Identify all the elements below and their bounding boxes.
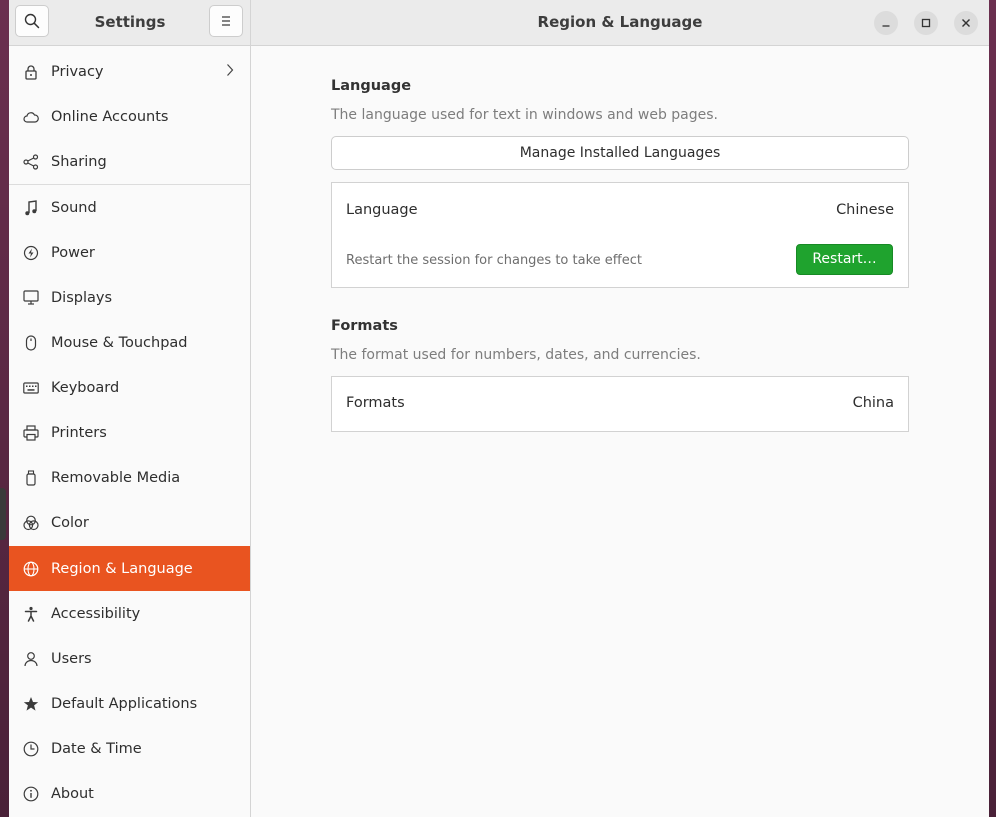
sidebar-item-default-applications[interactable]: Default Applications [9, 681, 250, 726]
sidebar-item-sharing[interactable]: Sharing [9, 139, 250, 184]
sidebar-item-displays[interactable]: Displays [9, 275, 250, 320]
sidebar-item-label: Region & Language [51, 560, 193, 577]
minimize-button[interactable] [874, 11, 898, 35]
sidebar-item-label: About [51, 785, 94, 802]
sidebar-item-label: Removable Media [51, 469, 181, 486]
sidebar-item-label: Accessibility [51, 605, 141, 622]
sidebar-item-label: Users [51, 650, 92, 667]
cloud-icon [23, 109, 39, 125]
minimize-icon [882, 25, 890, 27]
chevron-right-icon [226, 63, 234, 81]
close-icon [962, 19, 970, 27]
sidebar-item-label: Mouse & Touchpad [51, 334, 188, 351]
sidebar-item-label: Sharing [51, 153, 107, 170]
sidebar-item-about[interactable]: About [9, 771, 250, 816]
sidebar-item-printers[interactable]: Printers [9, 410, 250, 455]
language-row-value[interactable]: Chinese [836, 202, 894, 218]
keyboard-icon [23, 380, 39, 396]
manage-installed-languages-button[interactable]: Manage Installed Languages [331, 136, 909, 170]
content-header: Region & Language [251, 0, 989, 45]
sidebar-item-privacy[interactable]: Privacy [9, 49, 250, 94]
mouse-icon [23, 334, 39, 351]
language-panel: Language Chinese Restart the session for… [331, 182, 909, 288]
main-menu-button[interactable] [209, 5, 243, 37]
maximize-button[interactable] [914, 11, 938, 35]
star-icon [23, 696, 39, 712]
sidebar-item-color[interactable]: Color [9, 500, 250, 545]
sidebar-item-keyboard[interactable]: Keyboard [9, 365, 250, 410]
music-note-icon [23, 199, 39, 216]
display-icon [23, 290, 39, 306]
sidebar-item-label: Sound [51, 199, 97, 216]
language-section-subtitle: The language used for text in windows an… [331, 107, 718, 123]
sidebar-item-label: Date & Time [51, 740, 142, 757]
clock-icon [23, 741, 39, 757]
sidebar-item-accessibility[interactable]: Accessibility [9, 591, 250, 636]
restart-note: Restart the session for changes to take … [346, 253, 642, 268]
printer-icon [23, 424, 39, 441]
sidebar-item-power[interactable]: Power [9, 230, 250, 275]
globe-icon [23, 561, 39, 577]
share-icon [23, 153, 39, 170]
sidebar-item-users[interactable]: Users [9, 636, 250, 681]
settings-window: Settings Region & Language Privacy Onlin… [9, 0, 989, 817]
restart-button[interactable]: Restart… [796, 244, 893, 275]
sidebar-item-online-accounts[interactable]: Online Accounts [9, 94, 250, 139]
info-icon [23, 786, 39, 802]
sidebar-item-label: Keyboard [51, 379, 120, 396]
header-bar: Settings Region & Language [9, 0, 989, 46]
sidebar-header: Settings [9, 0, 251, 45]
sidebar-item-label: Privacy [51, 63, 104, 80]
sidebar-item-label: Online Accounts [51, 108, 169, 125]
color-icon [23, 515, 39, 531]
sidebar: Privacy Online Accounts Sharing Sound Po… [9, 46, 251, 817]
formats-row-label: Formats [346, 395, 405, 411]
sidebar-item-label: Displays [51, 289, 113, 306]
sidebar-item-mouse-touchpad[interactable]: Mouse & Touchpad [9, 320, 250, 365]
sidebar-item-label: Color [51, 514, 89, 531]
desktop-dock-handle [0, 488, 6, 540]
lock-icon [23, 64, 39, 80]
sidebar-item-label: Printers [51, 424, 107, 441]
formats-panel[interactable]: Formats China [331, 376, 909, 432]
maximize-icon [921, 18, 931, 28]
close-button[interactable] [954, 11, 978, 35]
sidebar-item-date-time[interactable]: Date & Time [9, 726, 250, 771]
sidebar-item-sound[interactable]: Sound [9, 185, 250, 230]
language-row-label: Language [346, 202, 418, 218]
formats-section-subtitle: The format used for numbers, dates, and … [331, 347, 701, 363]
power-icon [23, 245, 39, 261]
sidebar-item-removable-media[interactable]: Removable Media [9, 455, 250, 500]
sidebar-item-label: Power [51, 244, 95, 261]
formats-section-title: Formats [331, 318, 398, 334]
sidebar-item-region-language[interactable]: Region & Language [9, 546, 250, 591]
sidebar-item-label: Default Applications [51, 695, 198, 712]
language-section-title: Language [331, 78, 412, 94]
region-language-panel: Language The language used for text in w… [252, 46, 989, 817]
accessibility-icon [23, 606, 39, 622]
usb-icon [23, 469, 39, 486]
formats-row-value: China [852, 395, 894, 411]
users-icon [23, 651, 39, 667]
hamburger-menu-icon [222, 16, 230, 26]
